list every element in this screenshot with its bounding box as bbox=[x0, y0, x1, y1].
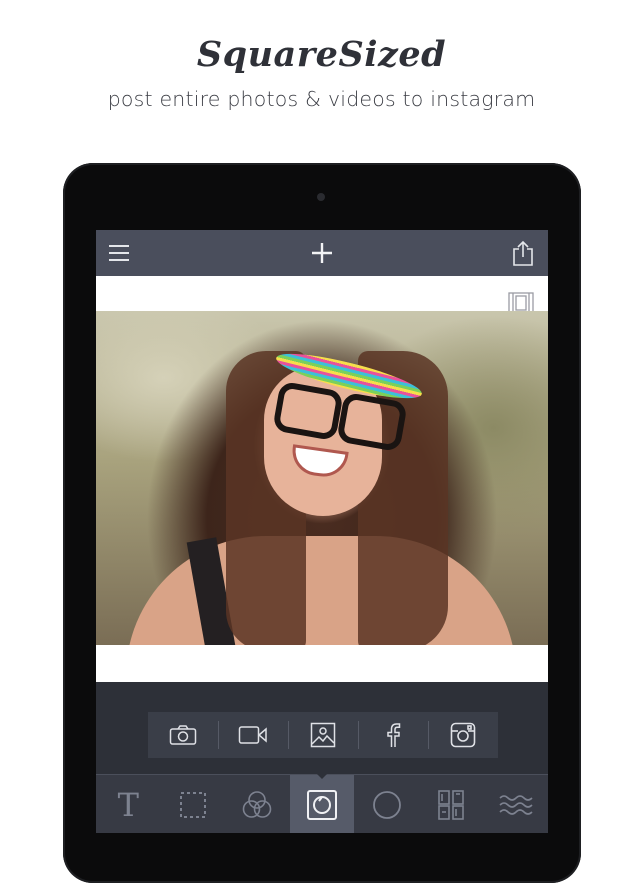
collage-text-icon bbox=[438, 789, 464, 820]
photo-canvas[interactable] bbox=[96, 276, 548, 682]
crop-tool[interactable] bbox=[161, 775, 226, 833]
instagram-button[interactable] bbox=[428, 712, 498, 758]
collage-tool[interactable] bbox=[419, 775, 484, 833]
photo-library-icon bbox=[310, 722, 336, 748]
share-export-button[interactable] bbox=[500, 230, 546, 276]
app-screen: T bbox=[96, 230, 548, 833]
pattern-tool[interactable] bbox=[483, 775, 548, 833]
editing-toolbar: T bbox=[96, 774, 548, 833]
app-tagline: post entire photos & videos to instagram bbox=[107, 87, 536, 111]
photo-library-button[interactable] bbox=[288, 712, 358, 758]
color-filter-tool[interactable] bbox=[225, 775, 290, 833]
color-filter-icon bbox=[241, 790, 273, 820]
waves-pattern-icon bbox=[499, 793, 533, 817]
text-tool-icon: T bbox=[117, 785, 139, 824]
hamburger-menu-icon bbox=[108, 244, 130, 262]
plus-icon bbox=[310, 241, 334, 265]
top-navigation-bar bbox=[96, 230, 548, 276]
add-media-button[interactable] bbox=[299, 230, 345, 276]
facebook-button[interactable] bbox=[358, 712, 428, 758]
instagram-icon bbox=[450, 722, 476, 748]
camera-button[interactable] bbox=[148, 712, 218, 758]
menu-button[interactable] bbox=[96, 230, 142, 276]
border-tool[interactable] bbox=[289, 774, 355, 833]
crop-frame-icon bbox=[179, 791, 207, 819]
circle-shape-icon bbox=[372, 790, 402, 820]
front-camera bbox=[317, 193, 325, 201]
promo-header: SquareSized post entire photos & videos … bbox=[0, 34, 643, 111]
text-tool[interactable]: T bbox=[96, 775, 161, 833]
share-destination-bar bbox=[148, 712, 498, 758]
shape-tool[interactable] bbox=[354, 775, 419, 833]
video-camera-icon bbox=[238, 725, 268, 745]
ipad-device-frame: T bbox=[63, 163, 581, 883]
camera-icon bbox=[169, 724, 197, 746]
share-export-icon bbox=[512, 240, 534, 266]
facebook-icon bbox=[385, 722, 401, 748]
video-button[interactable] bbox=[218, 712, 288, 758]
app-title: SquareSized bbox=[196, 34, 447, 75]
photo-shoulders bbox=[126, 536, 516, 645]
border-frame-icon bbox=[306, 789, 338, 821]
edited-photo[interactable] bbox=[96, 311, 548, 645]
